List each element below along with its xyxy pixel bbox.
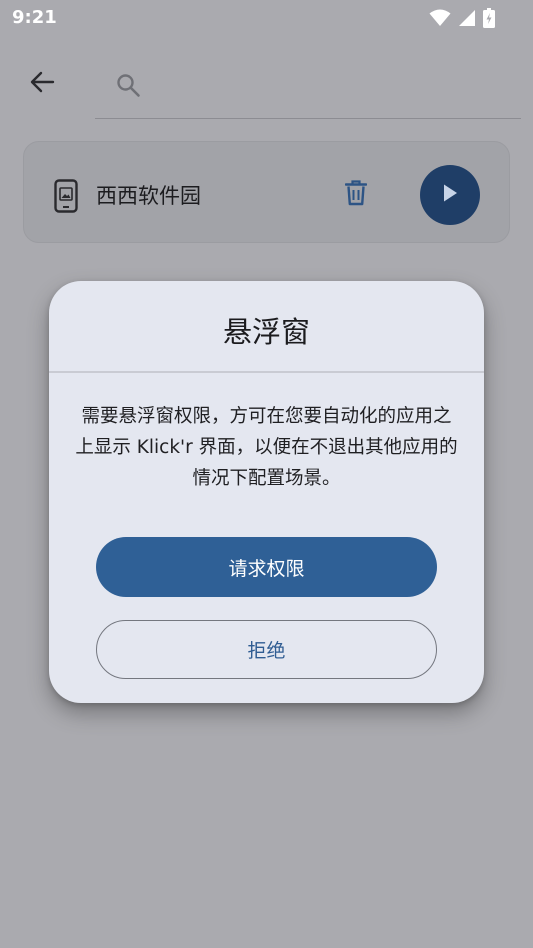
- play-icon: [441, 183, 459, 207]
- battery-charging-icon: [483, 8, 495, 32]
- delete-button[interactable]: [340, 179, 372, 211]
- arrow-left-icon: [29, 70, 55, 98]
- search-icon: [115, 72, 141, 102]
- permission-dialog: 悬浮窗 需要悬浮窗权限，方可在您要自动化的应用之上显示 Klick'r 界面，以…: [49, 281, 484, 703]
- app-name: 西西软件园: [96, 184, 201, 208]
- signal-icon: [458, 9, 476, 31]
- app-card[interactable]: 西西软件园: [23, 141, 510, 243]
- play-button[interactable]: [420, 165, 480, 225]
- status-icons: [429, 8, 495, 32]
- dialog-message: 需要悬浮窗权限，方可在您要自动化的应用之上显示 Klick'r 界面，以便在不退…: [75, 406, 458, 489]
- smartphone-icon: [54, 179, 78, 217]
- trash-icon: [344, 180, 368, 210]
- back-button[interactable]: [22, 64, 62, 104]
- request-permission-button[interactable]: 请求权限: [96, 537, 437, 597]
- search-input[interactable]: [147, 70, 511, 108]
- dialog-divider: [49, 371, 484, 373]
- dialog-title: 悬浮窗: [222, 315, 310, 349]
- deny-button[interactable]: 拒绝: [96, 620, 437, 679]
- wifi-icon: [429, 9, 451, 31]
- status-time: 9:21: [12, 7, 57, 28]
- status-bar: 9:21: [0, 0, 533, 36]
- search-bar[interactable]: [95, 64, 521, 119]
